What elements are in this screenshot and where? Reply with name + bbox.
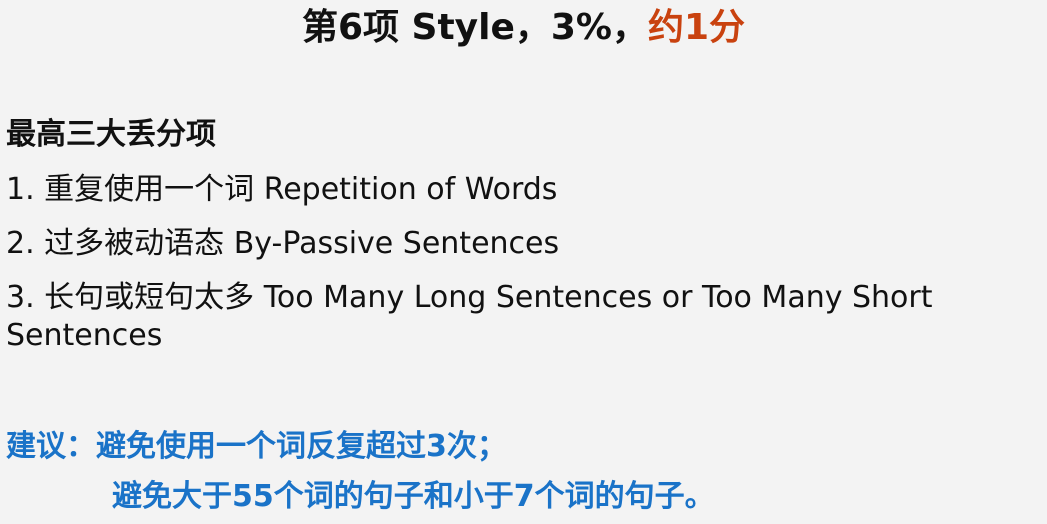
advice-label: 建议： — [6, 429, 96, 464]
advice-text-1: 避免使用一个词反复超过3次； — [96, 429, 507, 464]
list-item-wrapped: 3. 长句或短句太多 Too Many Long Sentences or To… — [6, 279, 1041, 355]
list-item-line-1: 3. 长句或短句太多 Too Many Long Sentences or To… — [6, 280, 933, 315]
list-item: 2. 过多被动语态 By-Passive Sentences — [6, 226, 560, 261]
advice-line-2: 避免大于55个词的句子和小于7个词的句子。 — [112, 479, 715, 514]
slide-title-accent: 约1分 — [648, 7, 746, 48]
slide-title-main: 第6项 Style，3%， — [301, 7, 648, 48]
list-item-line-2: Sentences — [6, 318, 163, 353]
slide: 第6项 Style，3%，约1分 最高三大丢分项 1. 重复使用一个词 Repe… — [0, 0, 1047, 524]
slide-title: 第6项 Style，3%，约1分 — [0, 2, 1047, 54]
list-item: 1. 重复使用一个词 Repetition of Words — [6, 172, 558, 207]
advice-line-1: 建议：避免使用一个词反复超过3次； — [6, 420, 507, 474]
section-heading: 最高三大丢分项 — [6, 117, 216, 152]
